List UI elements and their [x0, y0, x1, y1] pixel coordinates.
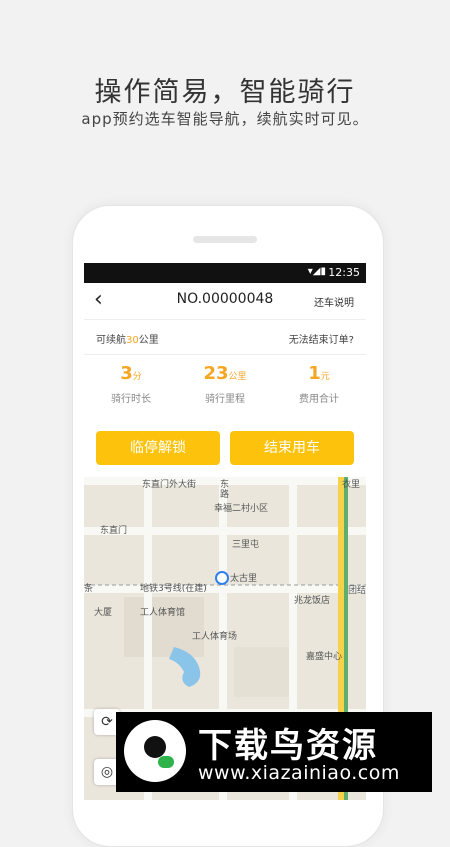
remaining-range: 可续航30公里 [96, 331, 159, 346]
stat-cost: 1元 费用合计 [272, 363, 366, 405]
stat-unit: 分 [132, 372, 142, 382]
map-label: 三里屯 [232, 540, 260, 550]
range-value: 30 [126, 335, 139, 346]
logo-leaf-icon [158, 756, 174, 768]
logo-icon [124, 720, 186, 782]
map-label: 工人体育馆 [140, 608, 186, 618]
map-label: 嘉盛中心 [306, 652, 343, 662]
temp-unlock-button[interactable]: 临停解锁 [96, 431, 220, 465]
promo-headline: 操作简易，智能骑行 [94, 77, 356, 108]
stat-unit: 元 [320, 372, 330, 382]
promo-subline: app预约选车智能导航，续航实时可见。 [81, 110, 369, 128]
signal-icon: ▾◢▮ [307, 266, 326, 277]
stat-distance: 23公里 骑行里程 [178, 363, 272, 405]
nav-bar: ‹ NO.00000048 还车说明 [84, 283, 366, 320]
map-label: 地铁3号线(在建) [140, 584, 207, 594]
stat-value: 1 [308, 363, 321, 384]
map-label: 衣里 [342, 480, 361, 490]
map-label: 太古里 [230, 574, 258, 584]
map-label: 幸福二村小区 [214, 504, 269, 514]
map-label: 东直门 [100, 526, 128, 536]
ride-stats: 3分 骑行时长 23公里 骑行里程 1元 费用合计 [84, 363, 366, 419]
map-label: 工人体育场 [192, 632, 238, 642]
stat-label: 费用合计 [299, 394, 339, 405]
stat-label: 骑行里程 [205, 394, 245, 405]
stat-value: 23 [203, 363, 229, 384]
status-time: 12:35 [328, 266, 360, 279]
cannot-end-order-link[interactable]: 无法结束订单? [289, 331, 354, 346]
stat-value: 3 [120, 363, 133, 384]
map-label: 团结 [348, 586, 366, 596]
logo-bird-icon [144, 736, 166, 758]
map-label: 兆龙饭店 [294, 596, 331, 606]
end-ride-button[interactable]: 结束用车 [230, 431, 354, 465]
range-suffix: 公里 [138, 335, 159, 346]
map-label: 大厦 [94, 608, 113, 618]
watermark-title: 下载鸟资源 [198, 726, 378, 766]
phone-speaker [193, 236, 257, 243]
map-label: 路 [220, 490, 230, 500]
return-rules-link[interactable]: 还车说明 [314, 294, 354, 309]
watermark-banner: 下载鸟资源 www.xiazainiao.com [116, 712, 432, 792]
stat-unit: 公里 [228, 372, 247, 382]
map-label: 东直门外大街 [142, 480, 197, 490]
stat-duration: 3分 骑行时长 [84, 363, 178, 405]
map-label: 条 [84, 584, 94, 594]
watermark-url: www.xiazainiao.com [198, 762, 400, 784]
status-bar: ▾◢▮ 12:35 [84, 263, 366, 283]
range-prefix: 可续航 [96, 335, 126, 346]
stat-label: 骑行时长 [111, 394, 151, 405]
range-bar: 可续航30公里 无法结束订单? [84, 320, 366, 355]
